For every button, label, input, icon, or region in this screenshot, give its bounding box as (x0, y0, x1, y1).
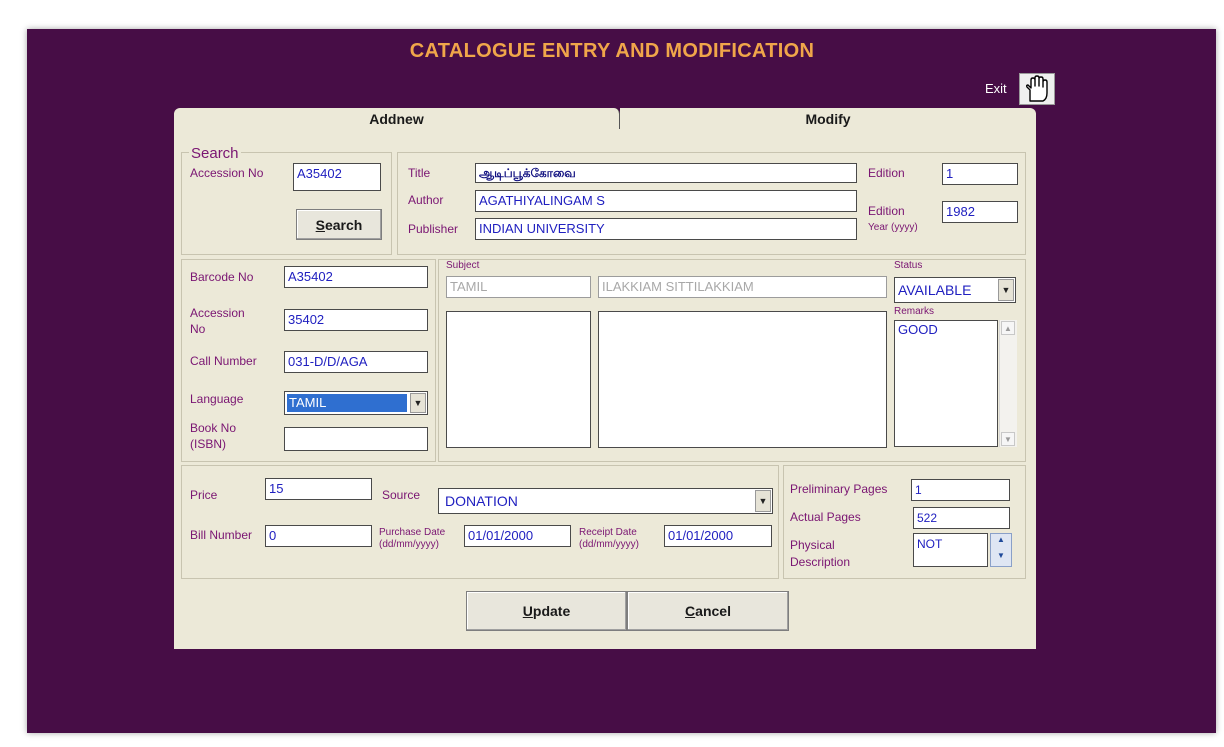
search-group-label: Search (189, 145, 241, 162)
purchase-date-input[interactable]: 01/01/2000 (464, 525, 571, 547)
preliminary-pages-label: Preliminary Pages (790, 482, 888, 496)
accession-label-2: No (190, 322, 206, 336)
physical-description-label-2: Description (790, 555, 851, 569)
subject-main-list[interactable] (446, 311, 591, 448)
status-value: AVAILABLE (898, 282, 972, 298)
book-no-label-1: Book No (190, 421, 237, 435)
call-number-label: Call Number (190, 354, 257, 368)
remarks-label: Remarks (894, 306, 935, 317)
price-label: Price (190, 488, 218, 502)
physical-description-label-1: Physical (790, 538, 835, 552)
bill-number-label: Bill Number (190, 528, 253, 542)
source-label: Source (382, 488, 421, 502)
scroll-down-icon[interactable]: ▼ (1001, 432, 1015, 446)
search-accession-label: Accession No (190, 166, 264, 180)
author-input[interactable]: AGATHIYALINGAM S (475, 190, 857, 212)
search-accession-input[interactable]: A35402 (293, 163, 381, 191)
price-input[interactable]: 15 (265, 478, 372, 500)
tab-modify[interactable]: Modify (620, 108, 1036, 130)
accession-input[interactable]: 35402 (284, 309, 428, 331)
actual-pages-label: Actual Pages (790, 510, 861, 524)
hand-icon (1025, 75, 1048, 102)
receipt-date-label-1: Receipt Date (579, 527, 637, 538)
spin-up-icon[interactable]: ▲ (991, 534, 1011, 550)
subject-main-input[interactable]: TAMIL (446, 276, 591, 298)
cancel-button[interactable]: Cancel (627, 591, 789, 631)
status-label: Status (894, 260, 923, 271)
page-title: CATALOGUE ENTRY AND MODIFICATION (409, 40, 815, 62)
actual-pages-input[interactable]: 522 (913, 507, 1010, 529)
language-label: Language (190, 392, 244, 406)
chevron-down-icon[interactable]: ▼ (755, 490, 771, 512)
bill-number-input[interactable]: 0 (265, 525, 372, 547)
author-label: Author (408, 193, 444, 207)
language-value: TAMIL (287, 394, 407, 412)
publisher-label: Publisher (408, 222, 459, 236)
barcode-label: Barcode No (190, 270, 254, 284)
barcode-input[interactable]: A35402 (284, 266, 428, 288)
publisher-input[interactable]: INDIAN UNIVERSITY (475, 218, 857, 240)
subject-label: Subject (446, 260, 480, 271)
remarks-textarea[interactable]: GOOD (894, 320, 998, 447)
status-select[interactable]: AVAILABLE ▼ (894, 277, 1016, 303)
remarks-scrollbar[interactable]: ▲ ▼ (999, 320, 1017, 447)
tab-addnew[interactable]: Addnew (174, 108, 620, 130)
accession-label-1: Accession (190, 306, 245, 320)
book-no-input[interactable] (284, 427, 428, 451)
search-button[interactable]: Search (296, 209, 382, 240)
purchase-date-label-2: (dd/mm/yyyy) (379, 539, 439, 550)
book-no-label-2: (ISBN) (190, 437, 226, 451)
edition-year-input[interactable]: 1982 (942, 201, 1018, 223)
exit-button[interactable] (1019, 73, 1055, 105)
subject-sub-input[interactable]: ILAKKIAM SITTILAKKIAM (598, 276, 887, 298)
language-select[interactable]: TAMIL ▼ (284, 391, 428, 415)
spin-down-icon[interactable]: ▼ (991, 550, 1011, 566)
title-input[interactable]: ஆடிப்பூக்கோவை (475, 163, 857, 183)
call-number-input[interactable]: 031-D/D/AGA (284, 351, 428, 373)
exit-label: Exit (985, 81, 1007, 96)
edition-year-label-1: Edition (868, 204, 905, 218)
purchase-date-label-1: Purchase Date (379, 527, 446, 538)
edition-label: Edition (868, 166, 905, 180)
preliminary-pages-input[interactable]: 1 (911, 479, 1010, 501)
source-select[interactable]: DONATION ▼ (438, 488, 773, 514)
title-label: Title (408, 166, 431, 180)
physical-description-spinner[interactable]: ▲ ▼ (990, 533, 1012, 567)
edition-year-label-2: Year (yyyy) (868, 222, 918, 233)
source-value: DONATION (445, 493, 518, 509)
chevron-down-icon[interactable]: ▼ (998, 279, 1014, 301)
edition-input[interactable]: 1 (942, 163, 1018, 185)
receipt-date-label-2: (dd/mm/yyyy) (579, 539, 639, 550)
physical-description-input[interactable]: NOT (913, 533, 988, 567)
update-button[interactable]: Update (466, 591, 627, 631)
chevron-down-icon[interactable]: ▼ (410, 393, 426, 413)
receipt-date-input[interactable]: 01/01/2000 (664, 525, 772, 547)
scroll-up-icon[interactable]: ▲ (1001, 321, 1015, 335)
subject-sub-list[interactable] (598, 311, 887, 448)
